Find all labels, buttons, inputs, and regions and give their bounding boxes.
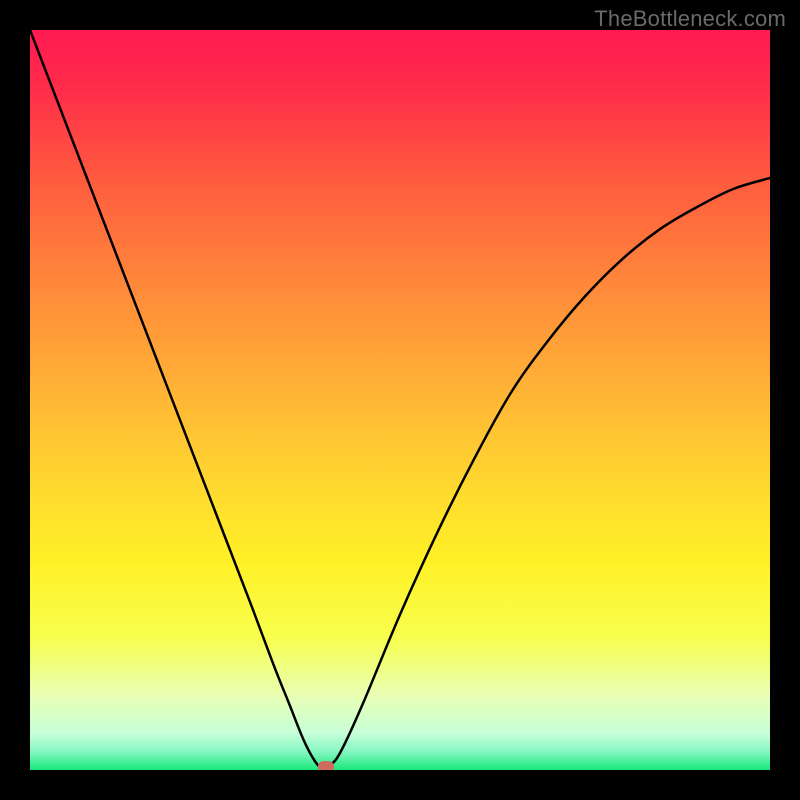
optimal-point-marker [318,761,334,770]
chart-frame: TheBottleneck.com [0,0,800,800]
curve-layer [30,30,770,770]
plot-area [30,30,770,770]
watermark-text: TheBottleneck.com [594,6,786,32]
bottleneck-curve [30,30,770,768]
